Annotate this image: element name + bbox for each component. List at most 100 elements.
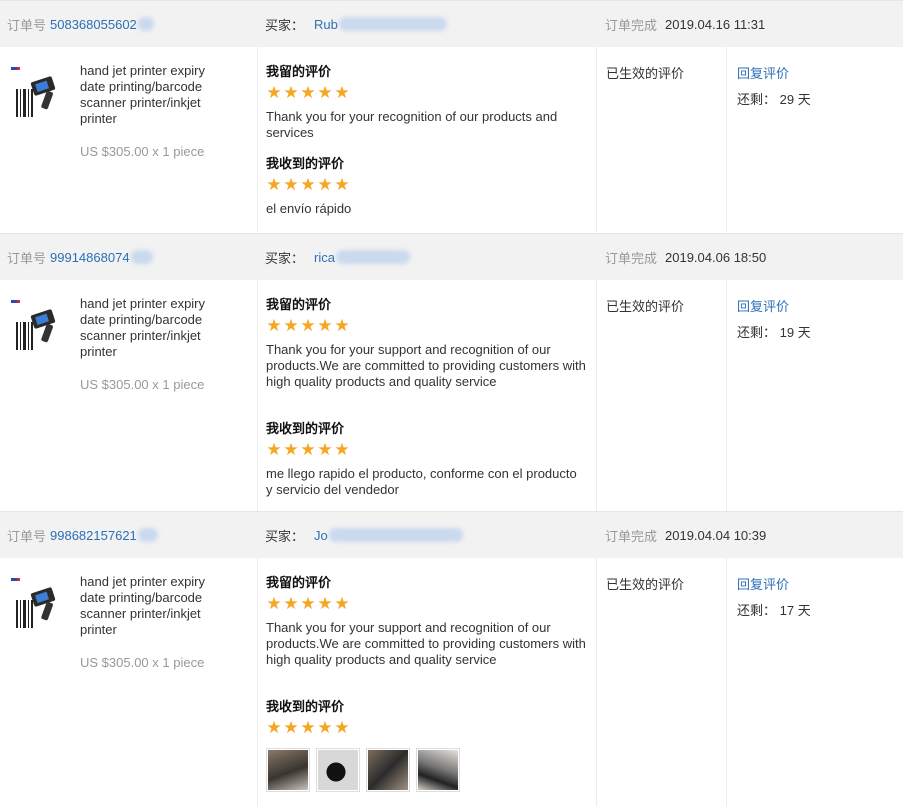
order-number-link[interactable]: 99914868074 [50,250,130,265]
reply-review-link[interactable]: 回复评价 [737,296,789,315]
star-icon: ★ [266,440,282,459]
star-icon: ★ [283,594,299,613]
remaining-days: 还剩： 19 天 [737,322,811,341]
order-block: 订单号 99914868074 买家： rica 订单完成 2019.04.06… [0,233,903,512]
star-rating: ★ ★ ★ ★ ★ [266,594,586,613]
completed-time: 2019.04.16 11:31 [665,16,766,32]
product-cell: hand jet printer expiry date printing/ba… [0,47,257,234]
received-review: 我收到的评价 ★ ★ ★ ★ ★ [266,698,586,792]
star-icon: ★ [334,594,350,613]
status-cell: 已生效的评价 [596,280,727,512]
redacted-mask [328,528,463,542]
printer-product-thumbnail[interactable] [8,576,64,634]
completed-label: 订单完成 [605,17,658,33]
order-number-label: 订单号 [7,17,47,33]
remaining-label: 还剩： [737,325,777,340]
review-cell: 我留的评价 ★ ★ ★ ★ ★ Thank you for your recogniti… [257,47,597,234]
star-rating: ★ ★ ★ ★ ★ [266,316,586,335]
printer-product-thumbnail[interactable] [8,65,64,123]
remaining-label: 还剩： [737,92,777,107]
remaining-days: 还剩： 17 天 [737,600,811,619]
review-photo[interactable] [366,748,410,792]
review-cell: 我留的评价 ★ ★ ★ ★ ★ Thank you for your support a… [257,558,597,806]
review-photo[interactable] [266,748,310,792]
review-photo[interactable] [316,748,360,792]
remaining-days: 还剩： 29 天 [737,89,811,108]
action-cell: 回复评价 还剩： 17 天 [726,558,903,806]
received-review-title: 我收到的评价 [266,699,345,714]
product-price: US $305.00 x 1 piece [80,144,205,159]
my-review-title: 我留的评价 [266,64,332,79]
star-rating: ★ ★ ★ ★ ★ [266,83,586,102]
buyer-label: 买家： [265,250,305,266]
received-review-text: me llego rapido el producto, conforme co… [266,466,577,497]
received-review-text: el envío rápido [266,201,352,216]
my-review-text: Thank you for your support and recogniti… [266,620,586,667]
star-icon: ★ [317,718,333,737]
review-status: 已生效的评价 [606,299,685,314]
remaining-label: 还剩： [737,603,777,618]
order-row: hand jet printer expiry date printing/ba… [0,47,903,234]
my-review: 我留的评价 ★ ★ ★ ★ ★ Thank you for your recogniti… [266,63,586,141]
order-header: 订单号 998682157621 买家： Jo 订单完成 2019.04.04 … [0,511,903,558]
order-number-link[interactable]: 998682157621 [50,528,137,543]
star-rating: ★ ★ ★ ★ ★ [266,718,586,737]
order-row: hand jet printer expiry date printing/ba… [0,558,903,806]
star-icon: ★ [266,594,282,613]
star-icon: ★ [317,316,333,335]
order-block: 订单号 508368055602 买家： Rub 订单完成 2019.04.16… [0,0,903,234]
star-icon: ★ [283,316,299,335]
star-icon: ★ [283,83,299,102]
product-title[interactable]: hand jet printer expiry date printing/ba… [80,296,230,360]
star-icon: ★ [266,175,282,194]
star-icon: ★ [334,718,350,737]
buyer-label: 买家： [265,528,305,544]
review-status: 已生效的评价 [606,66,685,81]
buyer-link[interactable]: rica [314,250,335,265]
order-row: hand jet printer expiry date printing/ba… [0,280,903,512]
review-status: 已生效的评价 [606,577,685,592]
star-icon: ★ [266,718,282,737]
star-rating: ★ ★ ★ ★ ★ [266,440,586,459]
order-number-link[interactable]: 508368055602 [50,17,137,32]
action-cell: 回复评价 还剩： 29 天 [726,47,903,234]
action-cell: 回复评价 还剩： 19 天 [726,280,903,512]
product-cell: hand jet printer expiry date printing/ba… [0,280,257,512]
star-icon: ★ [334,316,350,335]
review-photo[interactable] [416,748,460,792]
star-icon: ★ [317,83,333,102]
star-icon: ★ [334,83,350,102]
status-cell: 已生效的评价 [596,47,727,234]
product-title[interactable]: hand jet printer expiry date printing/ba… [80,574,230,638]
completed-label: 订单完成 [605,528,658,544]
order-number-label: 订单号 [7,528,47,544]
star-icon: ★ [283,440,299,459]
order-header: 订单号 508368055602 买家： Rub 订单完成 2019.04.16… [0,0,903,47]
star-icon: ★ [300,718,316,737]
star-rating: ★ ★ ★ ★ ★ [266,175,586,194]
product-price: US $305.00 x 1 piece [80,655,205,670]
star-icon: ★ [283,718,299,737]
printer-product-thumbnail[interactable] [8,298,64,356]
redacted-mask [335,250,410,264]
order-number-label: 订单号 [7,250,47,266]
buyer-link[interactable]: Jo [314,528,328,543]
my-review-title: 我留的评价 [266,575,332,590]
star-icon: ★ [266,83,282,102]
order-block: 订单号 998682157621 买家： Jo 订单完成 2019.04.04 … [0,511,903,806]
received-review: 我收到的评价 ★ ★ ★ ★ ★ me llego rapido el producto… [266,420,586,498]
redacted-mask [137,528,158,542]
reply-review-link[interactable]: 回复评价 [737,574,789,593]
my-review-text: Thank you for your recognition of our pr… [266,109,558,140]
completed-time: 2019.04.06 18:50 [665,249,767,265]
buyer-link[interactable]: Rub [314,17,338,32]
product-cell: hand jet printer expiry date printing/ba… [0,558,257,806]
order-header: 订单号 99914868074 买家： rica 订单完成 2019.04.06… [0,233,903,280]
product-title[interactable]: hand jet printer expiry date printing/ba… [80,63,230,127]
my-review: 我留的评价 ★ ★ ★ ★ ★ Thank you for your support a… [266,296,586,390]
reply-review-link[interactable]: 回复评价 [737,63,789,82]
review-cell: 我留的评价 ★ ★ ★ ★ ★ Thank you for your support a… [257,280,597,512]
my-review-text: Thank you for your support and recogniti… [266,342,586,389]
my-review: 我留的评价 ★ ★ ★ ★ ★ Thank you for your support a… [266,574,586,668]
star-icon: ★ [300,316,316,335]
